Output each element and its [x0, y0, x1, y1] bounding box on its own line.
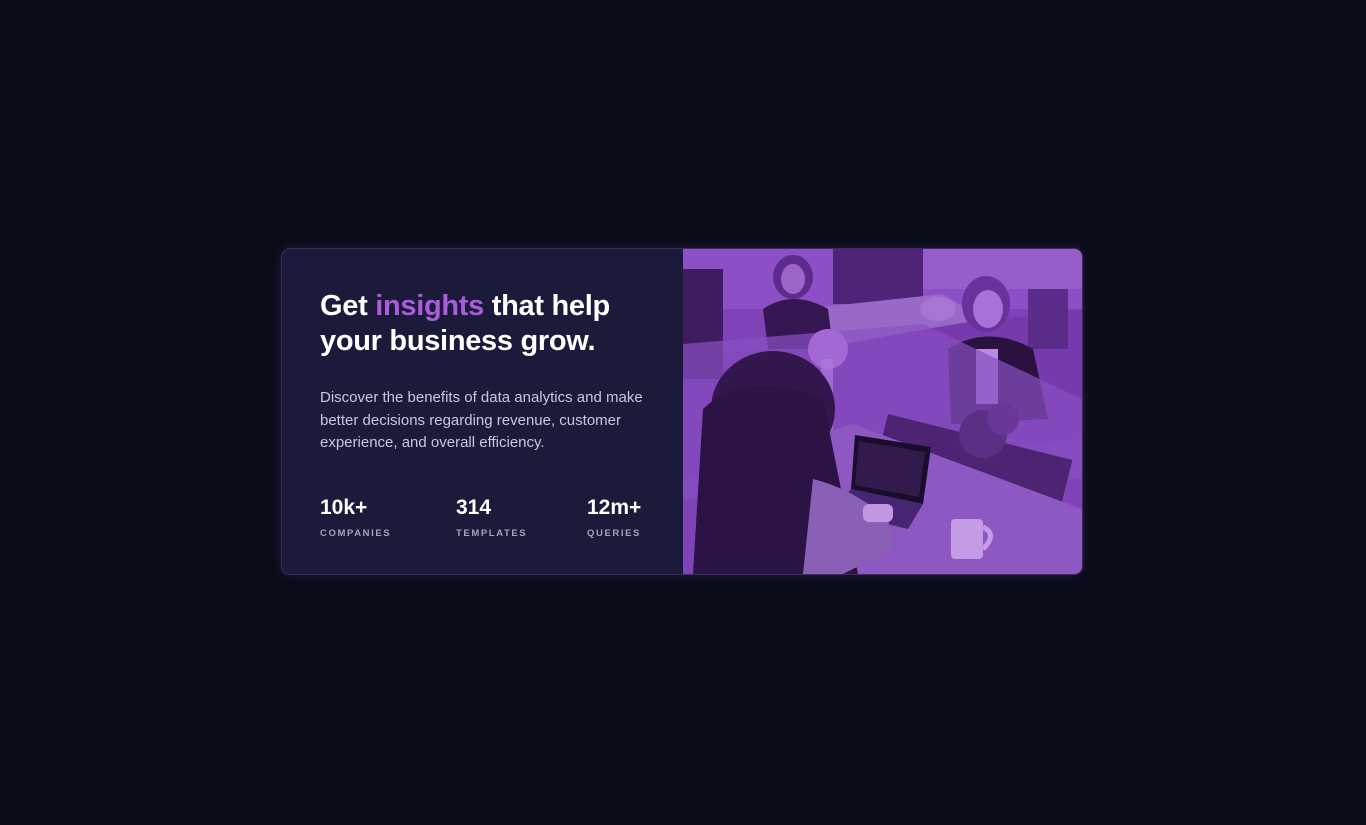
- headline-pre: Get: [320, 290, 376, 322]
- stat-queries: 12m+ Queries: [587, 496, 641, 539]
- headline: Get insights that help your business gro…: [320, 289, 645, 359]
- description: Discover the benefits of data analytics …: [320, 389, 643, 451]
- stats-row: 10k+ Companies 314 Templates 12m+ Querie…: [320, 496, 645, 539]
- headline-accent: insights: [375, 290, 484, 322]
- stat-templates: 314 Templates: [456, 496, 587, 539]
- stat-label: Companies: [320, 527, 392, 539]
- header-image: [683, 249, 1082, 574]
- stat-value: 314: [456, 495, 492, 519]
- stat-companies: 10k+ Companies: [320, 496, 456, 539]
- stat-value: 12m+: [587, 495, 642, 519]
- card-content: Get insights that help your business gro…: [282, 249, 683, 574]
- stat-label: Queries: [587, 527, 641, 539]
- office-photo-illustration: [683, 249, 1082, 574]
- stat-value: 10k+: [320, 495, 368, 519]
- stats-preview-card: Get insights that help your business gro…: [282, 249, 1082, 574]
- stat-label: Templates: [456, 527, 528, 539]
